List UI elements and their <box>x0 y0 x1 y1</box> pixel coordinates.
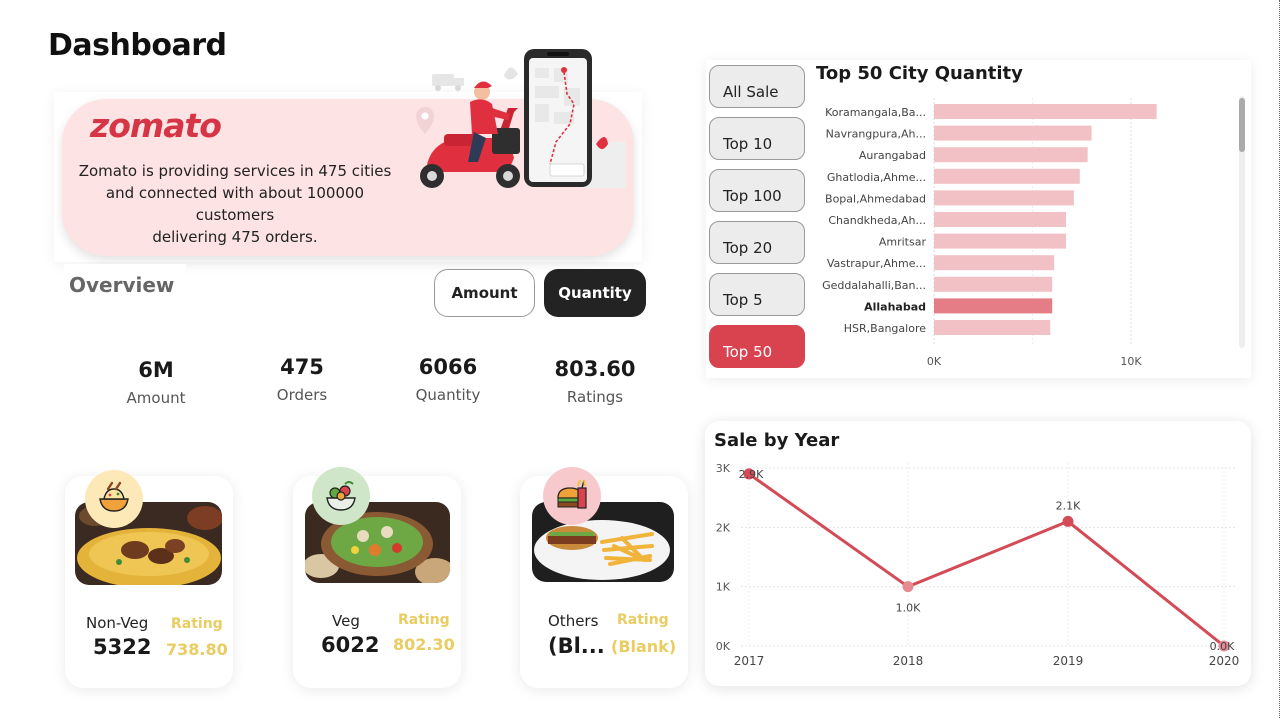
bar <box>934 125 1092 141</box>
sale-by-year-line-chart: 0K 1K 2K 3K 2.9K 2017 1.0K 2018 2.1K 2019 0.0K2020 <box>716 462 1240 668</box>
category-label: Geddalahalli,Ban... <box>822 279 926 292</box>
category-label: Navrangpura,Ah... <box>826 128 926 141</box>
hero-line: Zomato is providing services in 475 citi… <box>78 162 392 180</box>
y-tick-label: 3K <box>716 462 731 475</box>
kpi-ratings: 803.60 Ratings <box>530 357 660 406</box>
data-label: 2.9K <box>739 468 764 481</box>
city-chart-title: Top 50 City Quantity <box>816 63 1023 84</box>
overview-label: Overview <box>69 273 175 297</box>
fast-food-icon <box>543 467 601 525</box>
amount-toggle-button[interactable]: Amount <box>434 269 535 317</box>
category-label: Vastrapur,Ahme... <box>827 257 926 270</box>
series-line <box>748 472 1225 648</box>
category-value: (Bl... <box>548 634 605 658</box>
bar <box>934 320 1051 335</box>
bar <box>934 255 1055 271</box>
bar <box>934 276 1053 292</box>
x-tick-label: 2018 <box>893 654 924 668</box>
data-point <box>902 581 914 593</box>
bar <box>934 298 1053 314</box>
category-value: 5322 <box>93 635 152 659</box>
bar <box>934 233 1066 249</box>
kpi-label: Amount <box>126 389 186 407</box>
page-title: Dashboard <box>48 28 227 63</box>
year-chart-title: Sale by Year <box>714 430 840 451</box>
x-tick-label: 10K <box>1120 355 1142 368</box>
kpi-amount: 6M Amount <box>91 358 221 407</box>
bar <box>934 147 1088 163</box>
rating-label: Rating <box>171 616 223 632</box>
page-border <box>1279 0 1280 718</box>
quantity-toggle-button[interactable]: Quantity <box>544 269 646 317</box>
category-name: Others <box>548 612 599 630</box>
bar <box>934 104 1157 119</box>
kpi-label: Quantity <box>415 386 481 404</box>
x-tick-label: 2020 <box>1209 654 1240 668</box>
category-label: Aurangabad <box>859 149 926 162</box>
bar <box>934 190 1074 206</box>
chart-scrollbar-thumb[interactable] <box>1239 98 1245 152</box>
data-label: 2.1K <box>1056 499 1081 512</box>
delivery-scooter-illustration <box>404 46 636 196</box>
kpi-quantity: 6066 Quantity <box>383 355 513 404</box>
category-name: Veg <box>332 612 360 630</box>
kpi-label: Ratings <box>566 388 624 406</box>
y-tick-label: 0K <box>716 640 731 653</box>
category-value: 6022 <box>321 633 380 657</box>
category-label: Chandkheda,Ah... <box>828 214 926 227</box>
category-label: Amritsar <box>879 236 927 249</box>
rating-value: (Blank) <box>611 637 677 656</box>
rating-value: 738.80 <box>166 640 228 659</box>
x-tick-label: 2019 <box>1053 654 1084 668</box>
salad-icon <box>312 467 370 525</box>
category-label: Bopal,Ahmedabad <box>825 192 926 205</box>
x-tick-label: 2017 <box>734 654 765 668</box>
biryani-icon <box>85 470 143 528</box>
category-name: Non-Veg <box>86 614 149 632</box>
data-label: 0.0K <box>1210 640 1235 653</box>
category-label: Allahabad <box>864 300 926 313</box>
rating-label: Rating <box>617 612 669 628</box>
kpi-label: Orders <box>276 386 328 404</box>
city-bar-chart: Koramangala,Ba... Navrangpura,Ah... Aurang… <box>822 98 1157 368</box>
x-tick-label: 0K <box>927 355 942 368</box>
data-point <box>1062 515 1074 527</box>
y-tick-label: 1K <box>716 581 731 594</box>
category-label: HSR,Bangalore <box>844 322 926 335</box>
y-tick-label: 2K <box>716 521 731 534</box>
category-label: Ghatlodia,Ahme... <box>827 171 926 184</box>
kpi-orders: 475 Orders <box>237 355 367 404</box>
hero-line: and connected with about 100000 customer… <box>105 184 365 224</box>
hero-line: delivering 475 orders. <box>152 228 318 246</box>
data-label: 1.0K <box>896 602 921 615</box>
rating-label: Rating <box>398 612 450 628</box>
kpi-value: 803.60 <box>554 357 636 381</box>
rating-value: 802.30 <box>393 635 455 654</box>
kpi-value: 6M <box>138 358 174 382</box>
hero-description: Zomato is providing services in 475 citi… <box>74 160 396 248</box>
category-label: Koramangala,Ba... <box>825 106 926 119</box>
kpi-value: 475 <box>280 355 324 379</box>
bar <box>934 168 1080 184</box>
kpi-value: 6066 <box>418 355 478 379</box>
zomato-logo: zomato <box>90 106 222 145</box>
bar <box>934 212 1066 227</box>
